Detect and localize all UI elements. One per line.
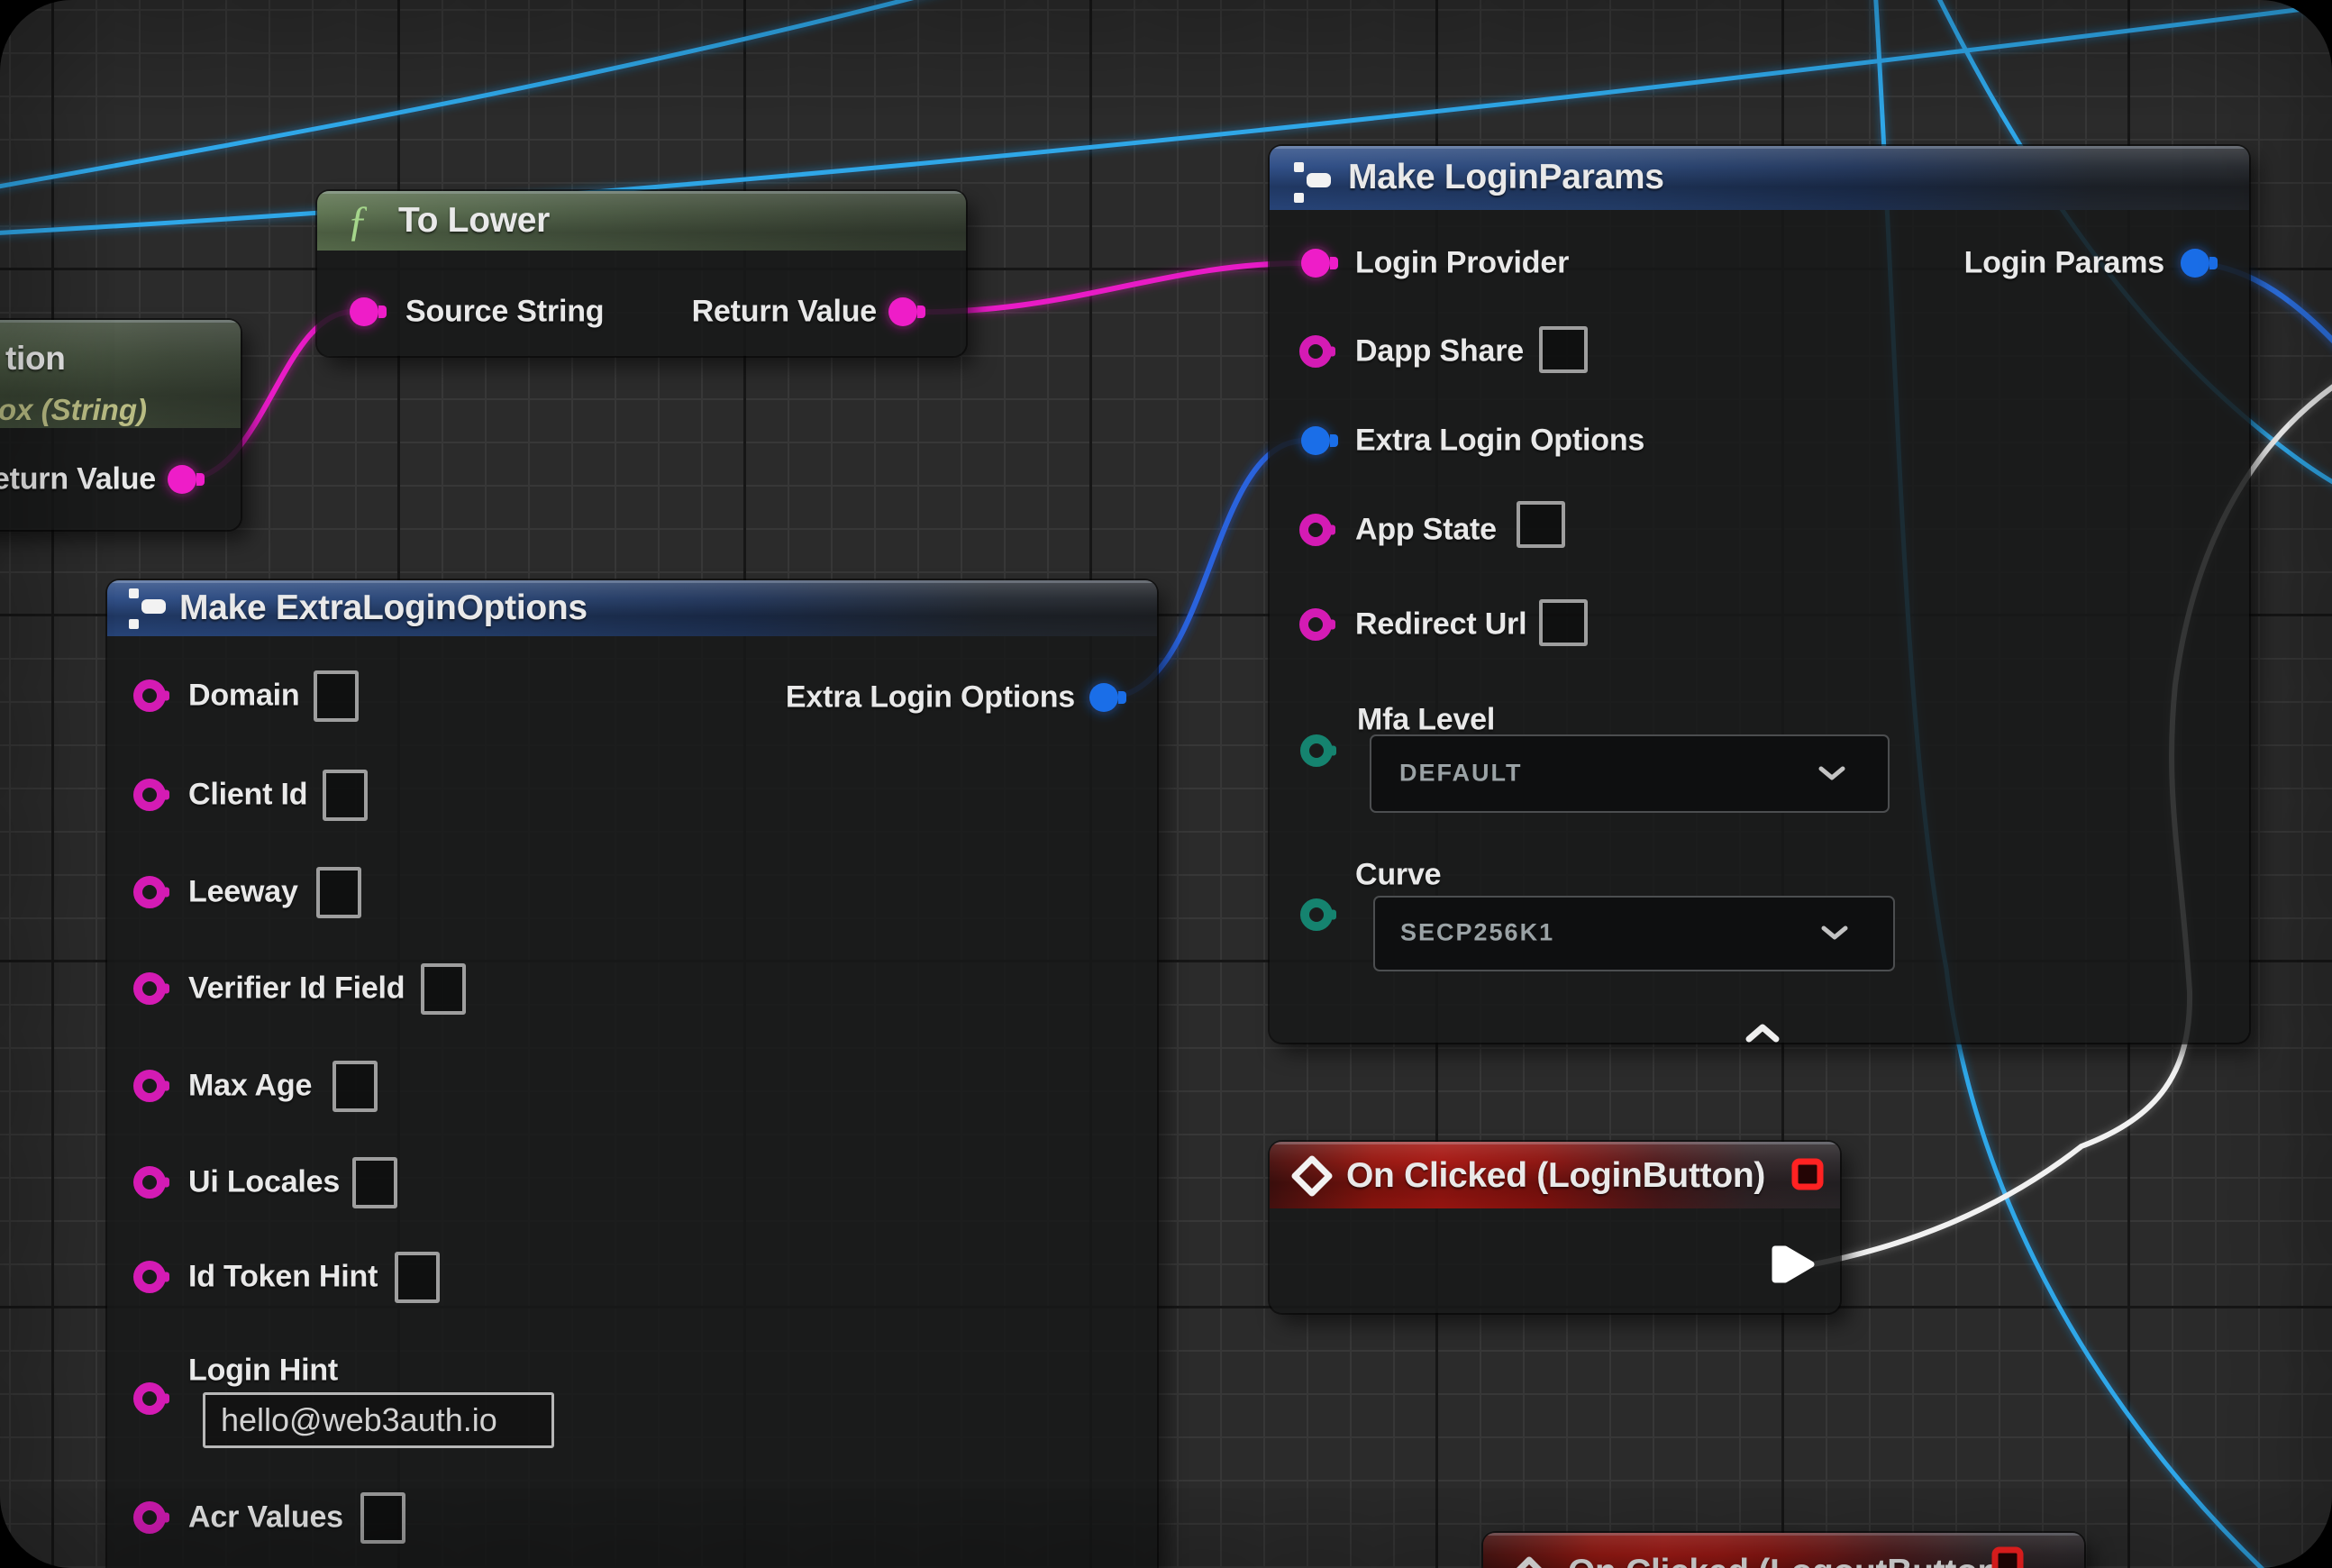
svg-text:ƒ: ƒ xyxy=(347,197,369,245)
